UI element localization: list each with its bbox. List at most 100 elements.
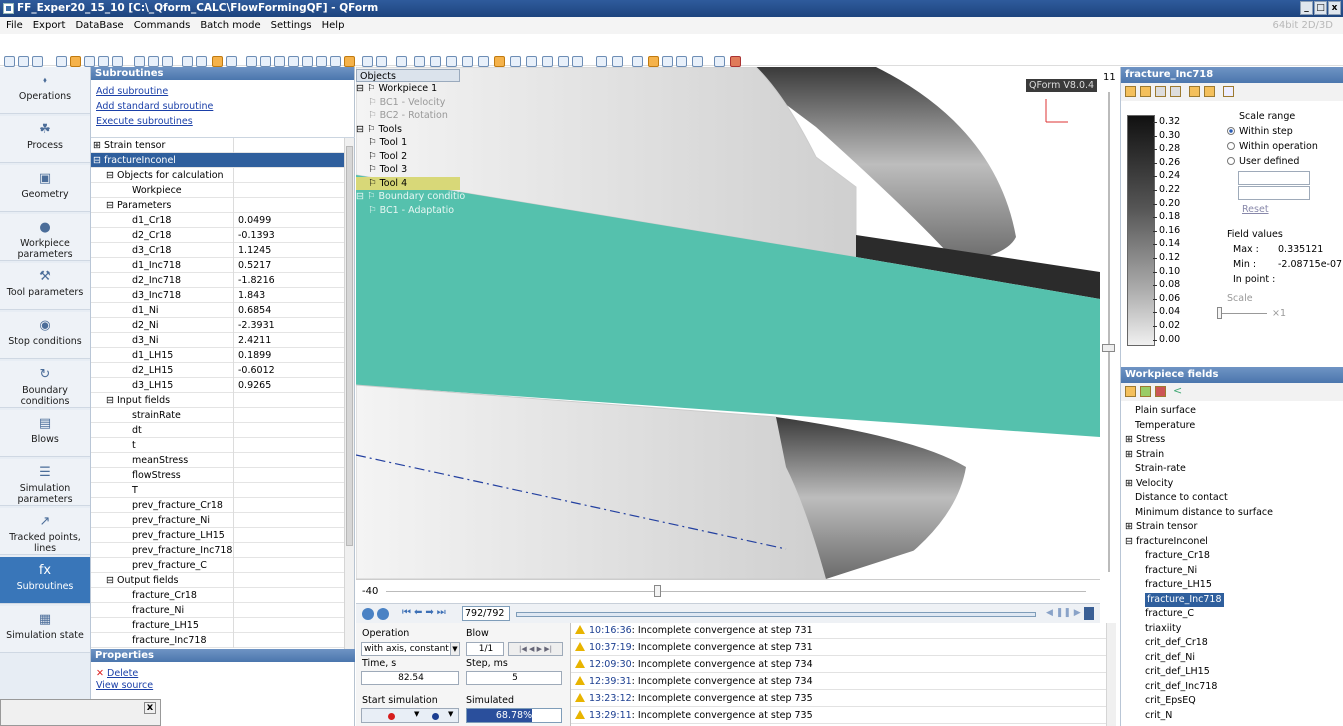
toolbar-button[interactable] <box>526 56 537 67</box>
toolbar-button[interactable] <box>18 56 29 67</box>
toolbar-button[interactable] <box>558 56 569 67</box>
tree-value[interactable] <box>233 528 344 543</box>
nav-process[interactable]: ☘ Process <box>0 116 90 163</box>
tree-value[interactable]: -1.8216 <box>233 273 344 288</box>
toolbar-button[interactable] <box>196 56 207 67</box>
toolbar-button[interactable] <box>246 56 257 67</box>
clip-slider-handle[interactable] <box>654 585 661 597</box>
menu-help[interactable]: Help <box>322 20 345 31</box>
nav-workpiece-parameters[interactable]: ● Workpiece parameters <box>0 214 90 261</box>
user-defined-radio[interactable]: User defined <box>1227 155 1299 169</box>
reset-link[interactable]: Reset <box>1242 204 1269 215</box>
field-tool-icon[interactable] <box>1155 86 1166 97</box>
field-tool-icon[interactable] <box>1140 386 1151 397</box>
toolbar-button[interactable] <box>676 56 687 67</box>
execute-subroutines-link[interactable]: Execute subroutines <box>91 114 354 129</box>
scale-slider[interactable] <box>1217 313 1267 314</box>
workpiece-field-item[interactable]: crit_def_Cr18 <box>1145 636 1208 651</box>
tree-value[interactable] <box>233 153 344 168</box>
tree-value[interactable]: -0.6012 <box>233 363 344 378</box>
workpiece-field-item[interactable]: Strain-rate <box>1135 462 1186 477</box>
toolbar-button[interactable] <box>542 56 553 67</box>
workpiece-field-item[interactable]: ⊞ Velocity <box>1125 477 1173 492</box>
toolbar-button[interactable] <box>730 56 741 67</box>
toolbar-button[interactable] <box>414 56 425 67</box>
workpiece-field-item[interactable]: fracture_Inc718 <box>1145 592 1224 607</box>
object-item[interactable]: ⚐ BC1 - Adaptatio <box>356 204 460 218</box>
nav-geometry[interactable]: ▣ Geometry <box>0 165 90 212</box>
save-icon[interactable] <box>1084 607 1094 620</box>
add-subroutine-link[interactable]: Add subroutine <box>91 84 354 99</box>
toolbar-button[interactable] <box>288 56 299 67</box>
minimize-button[interactable]: _ <box>1300 1 1313 15</box>
menu-export[interactable]: Export <box>33 20 66 31</box>
tree-row[interactable]: prev_fracture_C <box>91 558 344 573</box>
toolbar-button[interactable] <box>430 56 441 67</box>
object-item[interactable]: ⚐ Tool 4 <box>356 176 460 190</box>
workpiece-field-item[interactable]: fracture_Ni <box>1145 564 1197 579</box>
tree-row[interactable]: fracture_Inc718 <box>91 633 344 648</box>
tree-row[interactable]: T <box>91 483 344 498</box>
nav-operations[interactable]: ⬪ Operations <box>0 67 90 114</box>
object-item[interactable]: ⚐ Tool 2 <box>356 150 460 164</box>
scale-min-input[interactable] <box>1238 186 1310 200</box>
operation-select[interactable]: with axis, constant step <box>361 642 451 656</box>
toolbar-button[interactable] <box>148 56 159 67</box>
toolbar-button[interactable] <box>56 56 67 67</box>
tree-row[interactable]: meanStress <box>91 453 344 468</box>
object-item[interactable]: ⊟ ⚐ Tools <box>356 123 460 137</box>
nav-stop-conditions[interactable]: ◉ Stop conditions <box>0 312 90 359</box>
scale-slider-handle[interactable] <box>1217 307 1222 319</box>
tree-row[interactable]: ⊟ Output fields <box>91 573 344 588</box>
tree-value[interactable] <box>233 513 344 528</box>
tree-value[interactable]: 0.0499 <box>233 213 344 228</box>
toolbar-button[interactable] <box>32 56 43 67</box>
workpiece-field-item[interactable]: crit_EpsEQ <box>1145 694 1196 709</box>
workpiece-field-item[interactable]: fracture_LH15 <box>1145 578 1212 593</box>
nav-subroutines[interactable]: fx Subroutines <box>0 557 90 604</box>
nav-simulation-state[interactable]: ▦ Simulation state <box>0 606 90 653</box>
tree-row[interactable]: dt <box>91 423 344 438</box>
tree-scrollbar[interactable] <box>344 138 354 650</box>
log-row[interactable]: 13:23:12: Incomplete convergence at step… <box>571 691 1106 707</box>
nav-tool-parameters[interactable]: ⚒ Tool parameters <box>0 263 90 310</box>
start-simulation-button[interactable]: ▼ ▼ <box>361 708 459 723</box>
tree-value[interactable] <box>233 618 344 633</box>
tree-row[interactable]: strainRate <box>91 408 344 423</box>
toolbar-button[interactable] <box>648 56 659 67</box>
field-tool-icon[interactable] <box>1140 86 1151 97</box>
tree-value[interactable]: 1.843 <box>233 288 344 303</box>
workpiece-field-item[interactable]: ⊟ fractureInconel <box>1125 535 1208 550</box>
toolbar-button[interactable] <box>462 56 473 67</box>
workpiece-field-item[interactable]: Plain surface <box>1135 404 1196 419</box>
log-row[interactable]: 12:09:30: Incomplete convergence at step… <box>571 657 1106 673</box>
toolbar-button[interactable] <box>226 56 237 67</box>
toolbar-button[interactable] <box>596 56 607 67</box>
scale-max-input[interactable] <box>1238 171 1310 185</box>
workpiece-field-item[interactable]: fracture_C <box>1145 607 1194 622</box>
tree-row[interactable]: fracture_Ni <box>91 603 344 618</box>
tree-row[interactable]: d1_Ni 0.6854 <box>91 303 344 318</box>
toolbar-button[interactable] <box>260 56 271 67</box>
tree-value[interactable]: -0.1393 <box>233 228 344 243</box>
workpiece-field-item[interactable]: ⊞ Stress <box>1125 433 1165 448</box>
tree-row[interactable]: ⊟ fractureInconel <box>91 153 344 168</box>
workpiece-field-item[interactable]: crit_N <box>1145 709 1172 724</box>
tree-value[interactable]: 1.1245 <box>233 243 344 258</box>
tree-value[interactable] <box>233 438 344 453</box>
toolbar-button[interactable] <box>112 56 123 67</box>
tree-value[interactable] <box>233 183 344 198</box>
tree-row[interactable]: Workpiece <box>91 183 344 198</box>
workpiece-field-item[interactable]: ⊞ Strain tensor <box>1125 520 1197 535</box>
nav-boundary-conditions[interactable]: ↻ Boundary conditions <box>0 361 90 408</box>
tree-row[interactable]: d2_LH15 -0.6012 <box>91 363 344 378</box>
tree-row[interactable]: d3_Cr18 1.1245 <box>91 243 344 258</box>
3d-viewport[interactable]: Objects ⊟ ⚐ Workpiece 1 ⚐ BC1 - Velocity… <box>356 67 1100 579</box>
field-tool-icon[interactable] <box>1170 86 1181 97</box>
toolbar-button[interactable] <box>446 56 457 67</box>
tree-row[interactable]: t <box>91 438 344 453</box>
tree-row[interactable]: d1_Cr18 0.0499 <box>91 213 344 228</box>
add-standard-subroutine-link[interactable]: Add standard subroutine <box>91 99 354 114</box>
tree-row[interactable]: prev_fracture_Inc718 <box>91 543 344 558</box>
toolbar-button[interactable] <box>612 56 623 67</box>
